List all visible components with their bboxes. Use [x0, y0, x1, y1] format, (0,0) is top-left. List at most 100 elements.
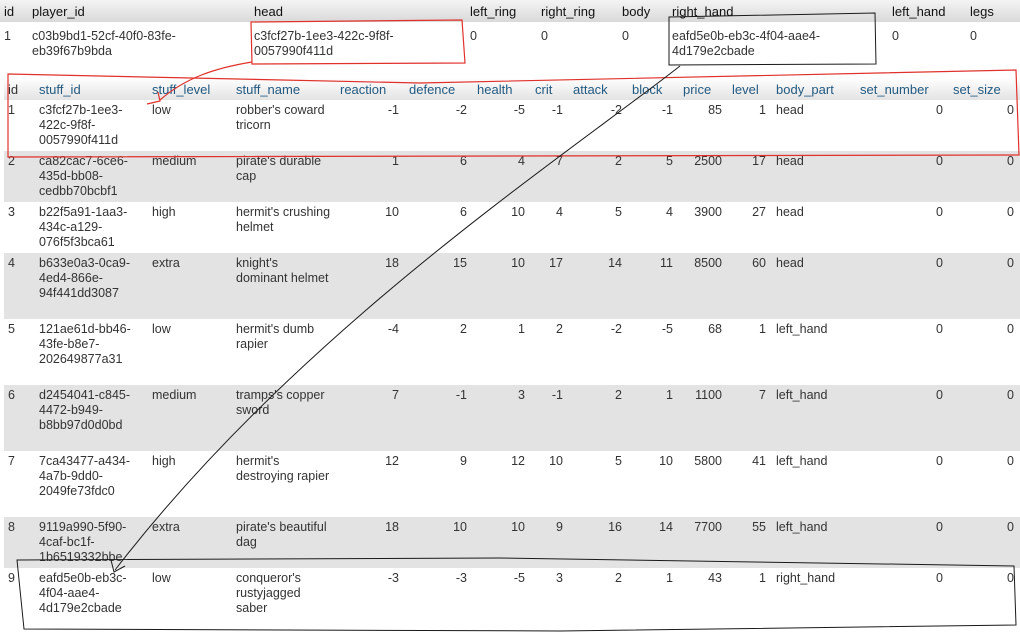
stuff-cell-stuff-id[interactable]: 9119a990-5f90-4caf-bc1f-1b6519332bbe: [35, 517, 148, 568]
stuff-cell-set-size[interactable]: 0: [949, 100, 1020, 151]
player-column-header-right-ring[interactable]: right_ring: [537, 0, 618, 22]
stuff-cell-stuff-id[interactable]: 7ca43477-a434-4a7b-9dd0-2049fe73fdc0: [35, 451, 148, 517]
stuff-column-header-stuff-name[interactable]: stuff_name: [232, 78, 336, 100]
stuff-cell-set-number[interactable]: 0: [856, 100, 949, 151]
stuff-cell-health[interactable]: 10: [473, 202, 531, 253]
stuff-cell-id[interactable]: 2: [4, 151, 35, 202]
stuff-cell-set-size[interactable]: 0: [949, 517, 1020, 568]
stuff-table-row[interactable]: 4 b633e0a3-0ca9-4ed4-866e-94f441dd3087 ext…: [4, 253, 1020, 319]
stuff-cell-health[interactable]: -5: [473, 100, 531, 151]
stuff-cell-level[interactable]: 1: [728, 568, 772, 624]
stuff-cell-crit[interactable]: 2: [531, 319, 569, 385]
stuff-cell-id[interactable]: 3: [4, 202, 35, 253]
stuff-cell-stuff-level[interactable]: low: [148, 319, 232, 385]
stuff-cell-set-number[interactable]: 0: [856, 202, 949, 253]
player-cell-body[interactable]: 0: [618, 22, 668, 68]
stuff-cell-defence[interactable]: -3: [405, 568, 473, 624]
stuff-cell-set-number[interactable]: 0: [856, 385, 949, 451]
stuff-cell-reaction[interactable]: 10: [336, 202, 405, 253]
stuff-cell-crit[interactable]: 9: [531, 517, 569, 568]
stuff-cell-defence[interactable]: 15: [405, 253, 473, 319]
stuff-cell-level[interactable]: 27: [728, 202, 772, 253]
stuff-cell-stuff-name[interactable]: knight's dominant helmet: [232, 253, 336, 319]
stuff-cell-health[interactable]: 3: [473, 385, 531, 451]
stuff-cell-id[interactable]: 4: [4, 253, 35, 319]
stuff-cell-price[interactable]: 85: [679, 100, 728, 151]
player-column-header-head[interactable]: head: [250, 0, 466, 22]
stuff-cell-defence[interactable]: 6: [405, 202, 473, 253]
stuff-cell-health[interactable]: 12: [473, 451, 531, 517]
stuff-cell-level[interactable]: 60: [728, 253, 772, 319]
stuff-cell-price[interactable]: 5800: [679, 451, 728, 517]
stuff-cell-set-size[interactable]: 0: [949, 202, 1020, 253]
stuff-table-row[interactable]: 5 121ae61d-bb46-43fe-b8e7-202649877a31 low…: [4, 319, 1020, 385]
stuff-cell-reaction[interactable]: 12: [336, 451, 405, 517]
stuff-cell-health[interactable]: 4: [473, 151, 531, 202]
stuff-column-header-reaction[interactable]: reaction: [336, 78, 405, 100]
stuff-cell-level[interactable]: 17: [728, 151, 772, 202]
stuff-column-header-set-number[interactable]: set_number: [856, 78, 949, 100]
stuff-column-header-block[interactable]: block: [628, 78, 679, 100]
stuff-cell-stuff-name[interactable]: robber's coward tricorn: [232, 100, 336, 151]
stuff-table-row[interactable]: 6 d2454041-c845-4472-b949-b8bb97d0d0bd med…: [4, 385, 1020, 451]
stuff-cell-body-part[interactable]: head: [772, 253, 856, 319]
stuff-cell-stuff-level[interactable]: extra: [148, 253, 232, 319]
stuff-column-header-crit[interactable]: crit: [531, 78, 569, 100]
stuff-cell-crit[interactable]: 4: [531, 202, 569, 253]
stuff-cell-stuff-name[interactable]: hermit's dumb rapier: [232, 319, 336, 385]
stuff-cell-block[interactable]: -1: [628, 100, 679, 151]
stuff-cell-level[interactable]: 41: [728, 451, 772, 517]
stuff-cell-stuff-id[interactable]: b22f5a91-1aa3-434c-a129-076f5f3bca61: [35, 202, 148, 253]
stuff-cell-set-number[interactable]: 0: [856, 253, 949, 319]
stuff-cell-set-number[interactable]: 0: [856, 319, 949, 385]
stuff-cell-set-size[interactable]: 0: [949, 253, 1020, 319]
stuff-cell-block[interactable]: 5: [628, 151, 679, 202]
stuff-cell-set-number[interactable]: 0: [856, 151, 949, 202]
stuff-column-header-id[interactable]: id: [4, 78, 35, 100]
stuff-cell-stuff-level[interactable]: high: [148, 202, 232, 253]
stuff-cell-block[interactable]: 11: [628, 253, 679, 319]
stuff-cell-attack[interactable]: -2: [569, 319, 628, 385]
stuff-cell-set-size[interactable]: 0: [949, 451, 1020, 517]
stuff-cell-attack[interactable]: -2: [569, 100, 628, 151]
stuff-cell-crit[interactable]: 7: [531, 151, 569, 202]
stuff-cell-set-size[interactable]: 0: [949, 151, 1020, 202]
stuff-cell-price[interactable]: 3900: [679, 202, 728, 253]
player-cell-right-hand[interactable]: eafd5e0b-eb3c-4f04-aae4-4d179e2cbade: [668, 22, 888, 68]
stuff-cell-stuff-level[interactable]: medium: [148, 385, 232, 451]
stuff-column-header-set-size[interactable]: set_size: [949, 78, 1020, 100]
stuff-cell-crit[interactable]: -1: [531, 100, 569, 151]
stuff-cell-set-number[interactable]: 0: [856, 451, 949, 517]
player-cell-left-hand[interactable]: 0: [888, 22, 966, 68]
player-cell-player-id[interactable]: c03b9bd1-52cf-40f0-83fe-eb39f67b9bda: [28, 22, 250, 68]
stuff-cell-price[interactable]: 1100: [679, 385, 728, 451]
stuff-cell-stuff-id[interactable]: c3fcf27b-1ee3-422c-9f8f-0057990f411d: [35, 100, 148, 151]
stuff-cell-stuff-name[interactable]: conqueror's rustyjagged saber: [232, 568, 336, 624]
stuff-cell-block[interactable]: 4: [628, 202, 679, 253]
player-cell-right-ring[interactable]: 0: [537, 22, 618, 68]
player-column-header-right-hand[interactable]: right_hand: [668, 0, 888, 22]
stuff-cell-set-size[interactable]: 0: [949, 385, 1020, 451]
stuff-column-header-defence[interactable]: defence: [405, 78, 473, 100]
stuff-cell-body-part[interactable]: left_hand: [772, 451, 856, 517]
stuff-cell-id[interactable]: 5: [4, 319, 35, 385]
player-column-header-legs[interactable]: legs: [966, 0, 1020, 22]
stuff-cell-attack[interactable]: 2: [569, 151, 628, 202]
player-cell-head[interactable]: c3fcf27b-1ee3-422c-9f8f-0057990f411d: [250, 22, 466, 68]
stuff-cell-set-size[interactable]: 0: [949, 319, 1020, 385]
stuff-cell-set-number[interactable]: 0: [856, 517, 949, 568]
stuff-column-header-stuff-id[interactable]: stuff_id: [35, 78, 148, 100]
stuff-cell-id[interactable]: 1: [4, 100, 35, 151]
stuff-cell-id[interactable]: 8: [4, 517, 35, 568]
stuff-cell-body-part[interactable]: head: [772, 100, 856, 151]
stuff-cell-reaction[interactable]: -4: [336, 319, 405, 385]
stuff-cell-attack[interactable]: 5: [569, 451, 628, 517]
stuff-cell-level[interactable]: 55: [728, 517, 772, 568]
stuff-table-row[interactable]: 9 eafd5e0b-eb3c-4f04-aae4-4d179e2cbade low…: [4, 568, 1020, 624]
stuff-column-header-price[interactable]: price: [679, 78, 728, 100]
stuff-cell-stuff-name[interactable]: tramps's copper sword: [232, 385, 336, 451]
stuff-column-header-body-part[interactable]: body_part: [772, 78, 856, 100]
stuff-table-row[interactable]: 7 7ca43477-a434-4a7b-9dd0-2049fe73fdc0 hig…: [4, 451, 1020, 517]
player-column-header-left-hand[interactable]: left_hand: [888, 0, 966, 22]
stuff-cell-attack[interactable]: 2: [569, 385, 628, 451]
